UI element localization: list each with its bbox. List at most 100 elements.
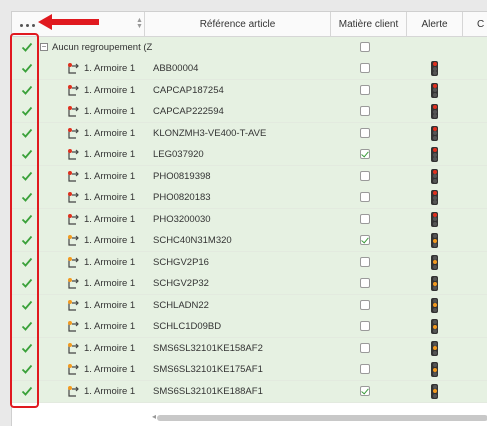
check-icon [21, 235, 33, 245]
group-label: Aucun regroupement (Z [52, 42, 153, 53]
group-row[interactable]: − Aucun regroupement (Z [12, 37, 487, 59]
armoire-icon [68, 299, 79, 311]
armoire-icon [68, 321, 79, 332]
check-icon [21, 128, 33, 138]
armoire-label: 1. Armoire 1 [84, 342, 136, 354]
reference-cell: SCHGV2P16 [153, 256, 209, 268]
table-row[interactable]: 1. Armoire 1 PHO0820183 [12, 187, 487, 209]
check-icon [21, 321, 33, 331]
armoire-icon [68, 106, 79, 117]
table-row[interactable]: 1. Armoire 1 SCHLC1D09BD [12, 316, 487, 338]
matiere-client-checkbox[interactable] [360, 170, 370, 181]
table-row[interactable]: 1. Armoire 1 SCHGV2P16 [12, 251, 487, 274]
check-icon [21, 300, 33, 310]
table-row[interactable]: 1. Armoire 1 LEG037920 [12, 144, 487, 166]
traffic-light-icon [431, 254, 438, 270]
matiere-client-checkbox[interactable] [360, 149, 370, 159]
reference-cell: CAPCAP187254 [153, 84, 224, 96]
reference-cell: PHO0819398 [153, 170, 211, 182]
traffic-light-icon [431, 211, 438, 227]
table-row[interactable]: 1. Armoire 1 SMS6SL32101KE188AF1 [12, 380, 487, 403]
armoire-icon [68, 235, 79, 246]
matiere-client-checkbox[interactable] [360, 299, 370, 310]
table-row[interactable]: 1. Armoire 1 PHO0819398 [12, 165, 487, 188]
reference-cell: SCHC40N31M320 [153, 235, 232, 246]
armoire-icon [68, 385, 79, 397]
check-icon [21, 257, 33, 267]
table-row[interactable]: 1. Armoire 1 KLONZMH3-VE400-T-AVE [12, 122, 487, 145]
table-row[interactable]: 1. Armoire 1 SCHGV2P32 [12, 273, 487, 295]
table-row[interactable]: 1. Armoire 1 SCHLADN22 [12, 294, 487, 317]
armoire-label: 1. Armoire 1 [84, 278, 136, 289]
scroll-left-icon[interactable]: ◂ [152, 412, 156, 421]
armoire-label: 1. Armoire 1 [84, 321, 136, 332]
reference-cell: KLONZMH3-VE400-T-AVE [153, 127, 267, 139]
traffic-light-icon [431, 362, 438, 377]
reference-cell: SCHLC1D09BD [153, 321, 222, 332]
armoire-icon [68, 149, 79, 160]
table-row[interactable]: 1. Armoire 1 ABB00004 [12, 58, 487, 80]
check-icon [21, 386, 33, 396]
group-matiere-checkbox[interactable] [360, 42, 370, 52]
sort-arrows-icon[interactable]: ▲ ▼ [136, 17, 143, 30]
check-icon [21, 214, 33, 224]
matiere-client-checkbox[interactable] [360, 256, 370, 267]
table-row[interactable]: 1. Armoire 1 PHO3200030 [12, 208, 487, 231]
traffic-light-icon [431, 276, 438, 291]
matiere-client-checkbox[interactable] [360, 213, 370, 224]
matiere-client-checkbox[interactable] [360, 63, 370, 73]
reference-cell: CAPCAP222594 [153, 106, 224, 117]
traffic-light-icon [431, 82, 438, 98]
armoire-label: 1. Armoire 1 [84, 63, 136, 74]
matiere-client-checkbox[interactable] [360, 278, 370, 288]
header-reference[interactable]: Référence article [145, 12, 331, 36]
armoire-icon [68, 63, 79, 74]
armoire-label: 1. Armoire 1 [84, 149, 136, 160]
matiere-client-checkbox[interactable] [360, 127, 370, 138]
armoire-icon [68, 170, 79, 182]
header-alerte[interactable]: Alerte [407, 12, 463, 36]
horizontal-scrollbar[interactable] [157, 415, 487, 421]
armoire-label: 1. Armoire 1 [84, 256, 136, 268]
matiere-client-checkbox[interactable] [360, 84, 370, 95]
armoire-label: 1. Armoire 1 [84, 235, 136, 246]
check-icon [21, 149, 33, 159]
header-matiere-client[interactable]: Matière client [331, 12, 407, 36]
traffic-light-icon [431, 61, 438, 76]
matiere-client-checkbox[interactable] [360, 235, 370, 245]
check-icon [21, 106, 33, 116]
header-next-column[interactable]: C [463, 12, 487, 36]
reference-cell: SMS6SL32101KE158AF2 [153, 342, 263, 354]
table-row[interactable]: 1. Armoire 1 SCHC40N31M320 [12, 230, 487, 252]
traffic-light-icon [431, 190, 438, 205]
traffic-light-icon [431, 233, 438, 248]
traffic-light-icon [431, 319, 438, 334]
table-row[interactable]: 1. Armoire 1 SMS6SL32101KE158AF2 [12, 337, 487, 360]
matiere-client-checkbox[interactable] [360, 321, 370, 331]
matiere-client-checkbox[interactable] [360, 342, 370, 353]
armoire-icon [68, 364, 79, 375]
reference-cell: PHO3200030 [153, 213, 211, 225]
matiere-client-checkbox[interactable] [360, 192, 370, 202]
armoire-label: 1. Armoire 1 [84, 299, 136, 311]
armoire-icon [68, 213, 79, 225]
reference-cell: LEG037920 [153, 149, 204, 160]
traffic-light-icon [431, 168, 438, 184]
table-row[interactable]: 1. Armoire 1 SMS6SL32101KE175AF1 [12, 359, 487, 381]
armoire-icon [68, 127, 79, 139]
armoire-label: 1. Armoire 1 [84, 127, 136, 139]
table-row[interactable]: 1. Armoire 1 CAPCAP187254 [12, 79, 487, 102]
armoire-label: 1. Armoire 1 [84, 385, 136, 397]
check-icon [21, 278, 33, 288]
check-icon [21, 42, 33, 52]
collapse-group-icon[interactable]: − [40, 43, 48, 51]
table-row[interactable]: 1. Armoire 1 CAPCAP222594 [12, 101, 487, 123]
matiere-client-checkbox[interactable] [360, 106, 370, 116]
reference-cell: PHO0820183 [153, 192, 211, 203]
articles-grid: ▲ ▼ Référence article Matière client Aler… [11, 11, 487, 426]
check-icon [21, 85, 33, 95]
check-icon [21, 192, 33, 202]
annotation-arrow-icon [38, 14, 99, 30]
matiere-client-checkbox[interactable] [360, 364, 370, 374]
matiere-client-checkbox[interactable] [360, 385, 370, 396]
